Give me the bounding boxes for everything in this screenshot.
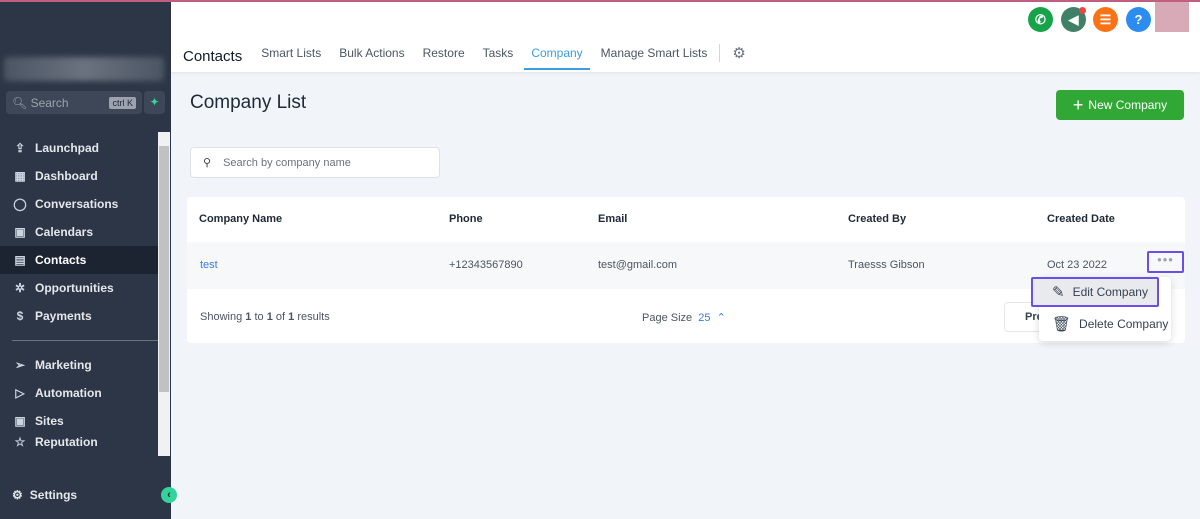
send-icon: ➢ [14,358,26,372]
shortcut-hint: ctrl K [109,96,136,109]
sidebar-item-label: Contacts [35,253,87,267]
gear-icon: ⚙ [12,488,23,502]
sidebar-item-sites[interactable]: ▣ Sites [0,407,158,435]
star-icon: ☆ [14,435,26,449]
gear-icon[interactable]: ⚙ [732,44,745,62]
delete-company-label: Delete Company [1079,317,1169,331]
sidebar-item-launchpad[interactable]: ⇪ Launchpad [0,134,158,162]
column-header-email[interactable]: Email [598,213,627,225]
help-icon[interactable]: ? [1126,7,1151,32]
new-company-button[interactable]: + New Company [1056,90,1184,120]
sidebar-item-label: Automation [35,386,102,400]
sidebar-item-dashboard[interactable]: ▦ Dashboard [0,162,158,190]
sidebar-item-label: Conversations [35,197,119,211]
row-actions-menu: ✎ Edit Company 🗑︎ Delete Company [1031,277,1171,341]
launchpad-icon: ⇪ [14,141,26,155]
page-size-label: Page Size [642,312,693,324]
column-header-created-date[interactable]: Created Date [1047,213,1115,225]
edit-company-label: Edit Company [1072,285,1148,299]
sidebar-item-label: Reputation [35,435,98,449]
tab-separator [719,44,721,62]
chat-icon: ◯ [13,197,27,211]
sidebar-item-label: Payments [35,309,92,323]
sidebar-item-label: Dashboard [35,169,98,183]
sites-icon: ▣ [14,414,26,428]
edit-company-menu-item[interactable]: ✎ Edit Company [1031,277,1159,307]
sidebar-search[interactable]: 🔍︎ Search ctrl K [6,91,142,114]
delete-company-menu-item[interactable]: 🗑︎ Delete Company [1039,309,1171,339]
search-placeholder: Search [30,95,69,110]
sidebar-divider [12,340,158,341]
sidebar-item-opportunities[interactable]: ✲ Opportunities [0,274,158,302]
sidebar-item-payments[interactable]: $ Payments [0,302,158,330]
contacts-icon: ▤ [14,253,26,267]
sidebar-item-marketing[interactable]: ➢ Marketing [0,351,158,379]
pencil-icon: ✎ [1052,284,1065,301]
tab-bulk-actions[interactable]: Bulk Actions [339,42,404,70]
payments-icon: $ [16,309,24,323]
settings-label: Settings [29,488,78,502]
column-header-phone[interactable]: Phone [449,213,483,225]
ai-spark-button[interactable]: ✦ [144,91,165,114]
sidebar-item-label: Marketing [35,358,92,372]
search-icon: 🔍︎ [12,95,31,110]
collapse-sidebar-button[interactable]: ‹ [161,487,177,503]
sidebar-item-reputation[interactable]: ☆ Reputation [0,435,158,449]
sidebar-scrollbar[interactable] [158,132,170,456]
trash-icon: 🗑︎ [1052,316,1072,333]
company-search-input[interactable]: ⚲ Search by company name [190,147,440,178]
sidebar-item-label: Calendars [35,225,94,239]
sidebar-item-conversations[interactable]: ◯ Conversations [0,190,158,218]
page-size-selector[interactable]: Page Size 25 ⌃ [642,311,726,324]
tab-restore[interactable]: Restore [423,42,465,70]
tab-manage-smart-lists[interactable]: Manage Smart Lists [601,42,708,70]
tab-smart-lists[interactable]: Smart Lists [261,42,321,70]
sidebar: 🔍︎ Search ctrl K ✦ ⇪ Launchpad ▦ Dashboard … [0,2,171,519]
logo-blurred [4,57,164,81]
list-icon[interactable]: ☰ [1093,7,1118,32]
sidebar-item-automation[interactable]: ▷ Automation [0,379,158,407]
tab-company[interactable]: Company [524,42,590,70]
phone-cell: +12343567890 [449,259,523,271]
created-by-cell: Traesss Gibson [848,259,925,271]
chevron-up-icon: ⌃ [716,312,726,324]
sidebar-item-label: Opportunities [35,281,114,295]
company-table: Company Name Phone Email Created By Crea… [187,197,1185,343]
plus-icon: + [1072,94,1084,115]
sidebar-item-label: Sites [35,414,64,428]
email-cell: test@gmail.com [598,259,678,271]
calendar-icon: ▣ [14,225,26,239]
top-bar: ✆ ◀ ☰ ? Contacts Smart Lists Bulk Action… [171,2,1200,72]
dashboard-icon: ▦ [14,169,26,183]
page-size-value: 25 [698,312,711,324]
section-title: Contacts [183,47,243,65]
sidebar-item-label: Launchpad [35,141,100,155]
search-icon: ⚲ [203,157,212,169]
megaphone-glyph: ◀ [1068,12,1079,27]
avatar[interactable] [1155,2,1189,32]
opportunities-icon: ✲ [14,281,26,295]
scrollbar-thumb[interactable] [159,146,169,392]
automation-icon: ▷ [15,386,25,400]
notification-dot [1079,7,1086,14]
sidebar-item-contacts[interactable]: ▤ Contacts [0,246,158,274]
contacts-tabs: Contacts Smart Lists Bulk Actions Restor… [183,42,746,70]
sidebar-item-calendars[interactable]: ▣ Calendars [0,218,158,246]
search-placeholder: Search by company name [223,156,351,169]
company-name-link[interactable]: test [200,259,218,271]
page-title: Company List [190,92,307,113]
column-header-created-by[interactable]: Created By [848,213,906,225]
created-date-cell: Oct 23 2022 [1047,259,1107,271]
new-company-label: New Company [1088,98,1168,112]
megaphone-icon[interactable]: ◀ [1061,7,1086,32]
tab-tasks[interactable]: Tasks [483,42,514,70]
phone-icon[interactable]: ✆ [1028,7,1053,32]
results-summary: Showing 1 to 1 of 1 results [200,311,330,323]
column-header-company-name[interactable]: Company Name [199,213,282,225]
sidebar-nav: ⇪ Launchpad ▦ Dashboard ◯ Conversations ▣ Ca… [0,134,158,449]
sidebar-item-settings[interactable]: ⚙ Settings [12,488,77,502]
more-actions-button[interactable]: ••• [1147,251,1184,273]
